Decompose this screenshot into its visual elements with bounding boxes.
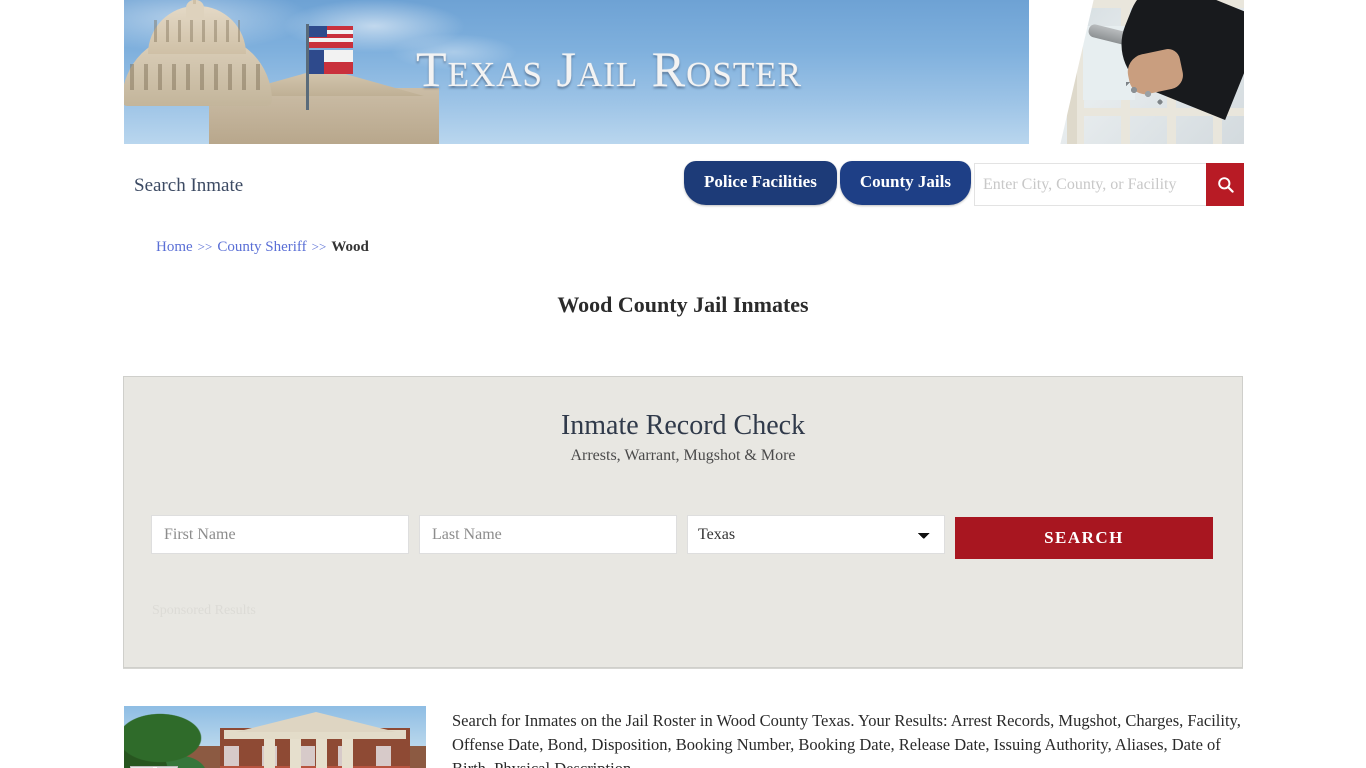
breadcrumb-separator: >> (197, 239, 213, 254)
search-icon (1217, 177, 1234, 193)
brand-label: Search Inmate (134, 175, 244, 196)
breadcrumb-current: Wood (331, 239, 369, 255)
search-input[interactable] (974, 163, 1206, 206)
breadcrumb-separator: >> (311, 239, 327, 254)
first-name-input[interactable] (151, 515, 409, 554)
last-name-input[interactable] (419, 515, 677, 554)
search-button[interactable] (1206, 163, 1244, 206)
inmate-record-check-panel: Inmate Record Check Arrests, Warrant, Mu… (123, 376, 1243, 668)
tab-police-facilities[interactable]: Police Facilities (684, 161, 837, 205)
breadcrumb-county-sheriff[interactable]: County Sheriff (217, 239, 306, 255)
breadcrumb-home[interactable]: Home (156, 239, 193, 255)
state-select[interactable]: Texas (687, 515, 945, 554)
record-check-form: Texas SEARCH (151, 515, 1215, 559)
page-description: Search for Inmates on the Jail Roster in… (452, 711, 1241, 768)
record-check-subheading: Arrests, Warrant, Mugshot & More (570, 447, 796, 464)
record-check-heading: Inmate Record Check (560, 410, 806, 441)
courthouse-thumbnail (124, 706, 426, 768)
breadcrumb: Home >> County Sheriff >> Wood (156, 239, 369, 256)
nav-tabs: Police Facilities County Jails (684, 161, 971, 205)
tab-county-jails[interactable]: County Jails (839, 161, 971, 205)
top-nav: Search Inmate Police Facilities County Ja… (124, 144, 1244, 226)
page-title: Wood County Jail Inmates (557, 292, 809, 317)
page-root: Texas Jail Roster Search Inmate Police F… (0, 0, 1366, 768)
facility-search (974, 163, 1244, 206)
banner-title: Texas Jail Roster (416, 41, 802, 97)
sponsored-results-label: Sponsored Results (152, 603, 256, 618)
record-search-button[interactable]: SEARCH (955, 517, 1213, 559)
site-banner: Texas Jail Roster (124, 0, 1244, 144)
